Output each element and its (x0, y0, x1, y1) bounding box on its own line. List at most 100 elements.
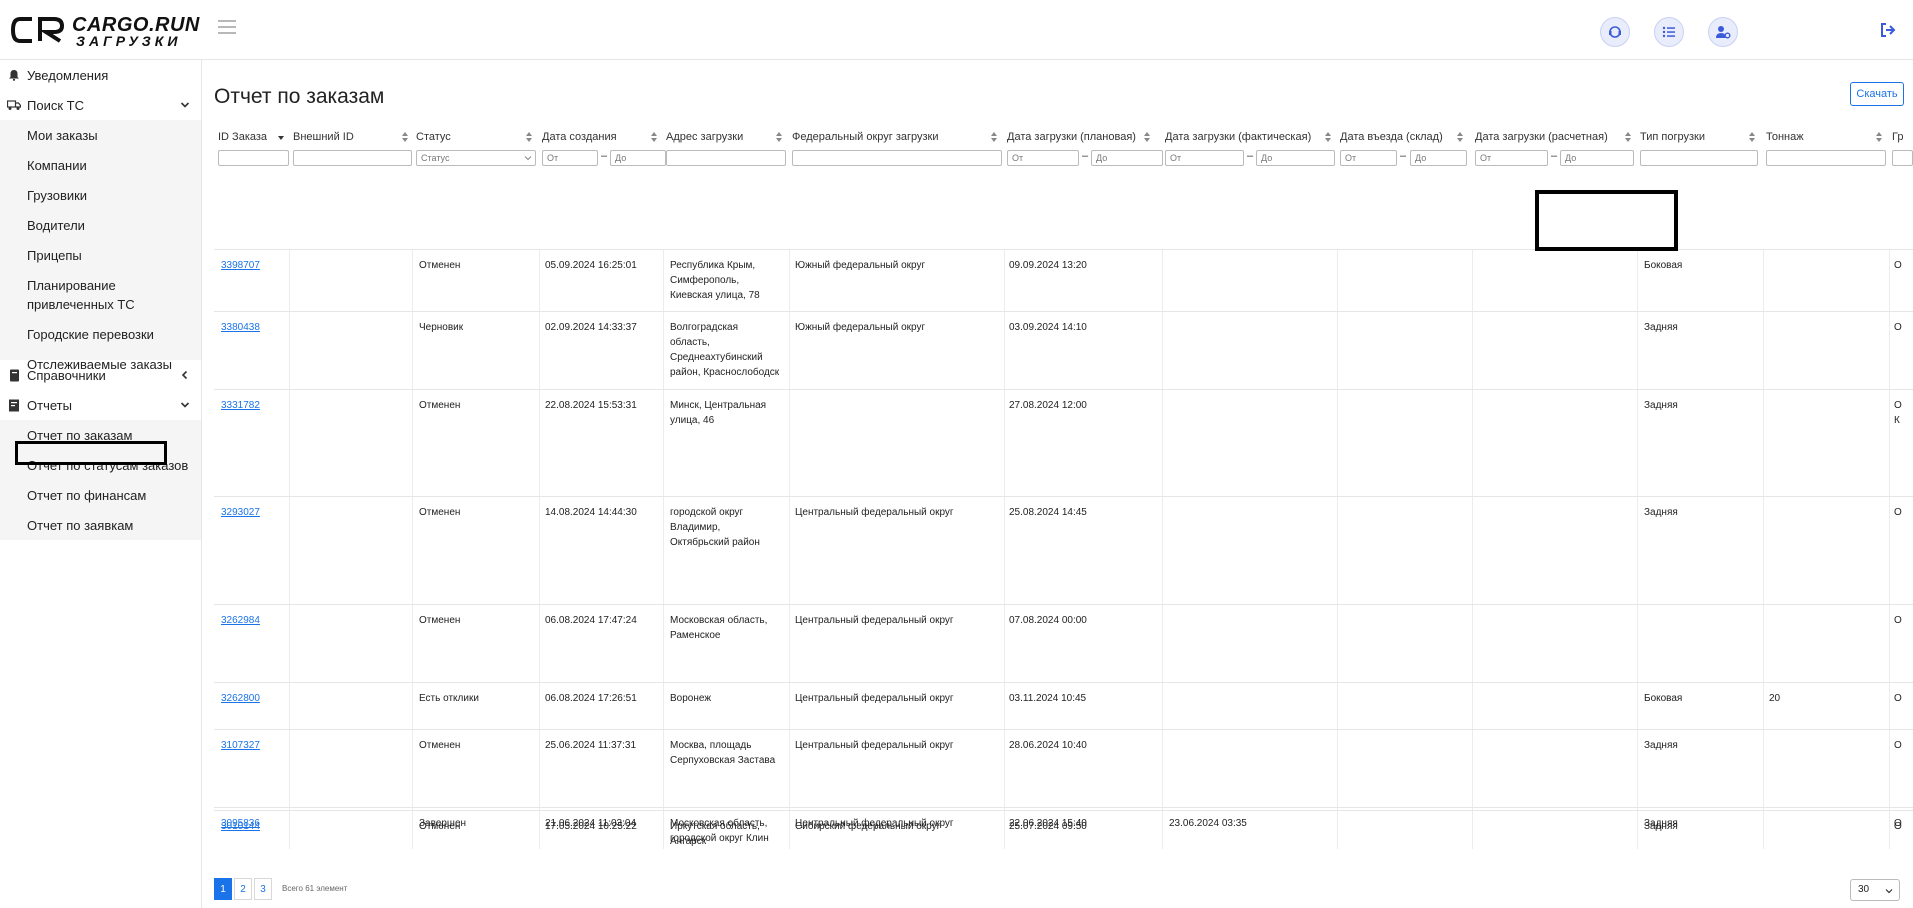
sort-icon[interactable] (650, 131, 658, 143)
page-size-select[interactable]: 30 (1850, 879, 1900, 901)
page-button-2[interactable]: 2 (234, 878, 252, 900)
cell-district: Центральный федеральный округ (795, 693, 954, 704)
sidebar-item-finance-report[interactable]: Отчет по финансам (27, 488, 146, 503)
filter-status-select[interactable]: Статус (416, 150, 536, 166)
col-header-external-id[interactable]: Внешний ID (293, 129, 354, 145)
sidebar-item-trailers[interactable]: Прицепы (27, 248, 82, 263)
address-line: район, Краснослободск (670, 367, 780, 378)
sort-icon[interactable] (775, 131, 783, 143)
filter-estimated-to[interactable]: До (1560, 150, 1634, 166)
order-id-link[interactable]: 3331782 (221, 398, 260, 413)
filter-address[interactable] (666, 150, 786, 166)
page-button-1[interactable]: 1 (214, 878, 232, 900)
cell-planned: 03.09.2024 14:10 (1009, 322, 1087, 333)
cell-cargo: О (1894, 740, 1902, 751)
col-header-order-id[interactable]: ID Заказа (218, 129, 267, 145)
sort-icon[interactable] (1748, 131, 1756, 143)
sidebar: Уведомления Поиск ТС Мои заказы Компании… (0, 60, 202, 908)
page-button-3[interactable]: 3 (254, 878, 272, 900)
table-row: 3331782 Отменен 22.08.2024 15:53:31 Минс… (214, 389, 1913, 497)
cell-address: Воронеж (670, 693, 712, 704)
sort-icon[interactable] (990, 131, 998, 143)
col-header-address[interactable]: Адрес загрузки (666, 129, 743, 145)
sidebar-item-directories[interactable]: Справочники (0, 360, 201, 390)
filter-district[interactable] (792, 150, 1002, 166)
logo[interactable]: CARGO.RUN ЗАГРУЗКИ (10, 12, 199, 49)
chevron-down-icon (180, 102, 190, 108)
sidebar-item-trucks[interactable]: Грузовики (27, 188, 87, 203)
filter-estimated-from[interactable]: От (1475, 150, 1548, 166)
filter-arrival-to[interactable]: До (1410, 150, 1467, 166)
cell-status: Есть отклики (419, 693, 479, 704)
sidebar-item-city-transport[interactable]: Городские перевозки (27, 327, 154, 342)
filter-external-id[interactable] (293, 150, 412, 166)
sort-icon[interactable] (1624, 131, 1632, 143)
list-icon[interactable] (1654, 17, 1684, 47)
col-header-loading-type[interactable]: Тип погрузки (1640, 129, 1705, 145)
range-dash: – (1082, 150, 1089, 162)
filter-planned-from[interactable]: От (1007, 150, 1079, 166)
col-header-created[interactable]: Дата создания (542, 129, 617, 145)
sidebar-item-companies[interactable]: Компании (27, 158, 87, 173)
col-header-status[interactable]: Статус (416, 129, 451, 145)
order-id-link[interactable]: 3380438 (221, 320, 260, 335)
sidebar-item-drivers[interactable]: Водители (27, 218, 85, 233)
cell-planned: 25.07.2024 09:50 (1009, 821, 1087, 832)
col-header-district[interactable]: Федеральный округ загрузки (792, 129, 939, 145)
order-id-link[interactable]: 3262800 (221, 691, 260, 706)
col-header-cargo[interactable]: Гр (1892, 129, 1903, 145)
sort-desc-icon[interactable] (277, 131, 285, 143)
address-line: Октябрьский район (670, 537, 760, 548)
filter-planned-to[interactable]: До (1091, 150, 1163, 166)
sort-icon[interactable] (1324, 131, 1332, 143)
support-icon[interactable] (1600, 17, 1630, 47)
order-id-link[interactable]: 3107327 (221, 738, 260, 753)
range-dash: – (1551, 150, 1558, 162)
cell-district: Сибирский федеральный округ (795, 821, 941, 832)
filter-created-from[interactable]: От (542, 150, 598, 166)
sidebar-item-my-orders[interactable]: Мои заказы (27, 128, 98, 143)
filter-cargo[interactable] (1892, 150, 1913, 166)
cell-loading-type: Задняя (1644, 400, 1678, 411)
cell-loading-type: Боковая (1644, 260, 1683, 271)
sidebar-item-reports[interactable]: Отчеты (0, 390, 201, 420)
sidebar-submenu-reports: Отчет по заказам Отчет по статусам заказ… (0, 420, 201, 540)
sort-icon[interactable] (1875, 131, 1883, 143)
col-header-actual[interactable]: Дата загрузки (фактическая) (1165, 129, 1311, 145)
cell-created: 06.08.2024 17:26:51 (545, 693, 637, 704)
chevron-down-icon (524, 156, 532, 161)
filter-actual-to[interactable]: До (1256, 150, 1335, 166)
col-header-planned[interactable]: Дата загрузки (плановая) (1007, 129, 1136, 145)
address-line: Волгоградская (670, 322, 739, 333)
filter-tonnage[interactable] (1766, 150, 1886, 166)
menu-toggle-icon[interactable] (218, 20, 236, 36)
filter-arrival-from[interactable]: От (1340, 150, 1397, 166)
filter-order-id[interactable] (218, 150, 289, 166)
sidebar-item-planning-line2[interactable]: привлеченных ТС (27, 297, 135, 312)
sidebar-item-planning[interactable]: Планирование (27, 278, 116, 293)
sidebar-item-requests-report[interactable]: Отчет по заявкам (27, 518, 133, 533)
order-id-link[interactable]: 3293027 (221, 505, 260, 520)
sidebar-item-search-vehicle[interactable]: Поиск ТС (0, 90, 201, 120)
bell-icon (7, 68, 21, 82)
filter-loading-type[interactable] (1640, 150, 1758, 166)
col-header-tonnage[interactable]: Тоннаж (1766, 129, 1804, 145)
order-id-link[interactable]: 3398707 (221, 258, 260, 273)
download-button[interactable]: Скачать (1850, 82, 1904, 106)
sort-icon[interactable] (1143, 131, 1151, 143)
order-id-link[interactable]: 3262984 (221, 613, 260, 628)
order-id-link[interactable]: 3010144 (221, 819, 260, 834)
col-header-estimated[interactable]: Дата загрузки (расчетная) (1475, 129, 1608, 145)
sort-icon[interactable] (525, 131, 533, 143)
main-content: Отчет по заказам Скачать ID Заказа Внешн… (202, 60, 1913, 908)
filter-actual-from[interactable]: От (1165, 150, 1244, 166)
filter-created-to[interactable]: До (610, 150, 666, 166)
address-line: Республика Крым, (670, 260, 756, 271)
logout-icon[interactable] (1880, 22, 1896, 38)
user-settings-icon[interactable] (1708, 17, 1738, 47)
sort-icon[interactable] (401, 131, 409, 143)
sort-icon[interactable] (1456, 131, 1464, 143)
table-row: 3262984 Отменен 06.08.2024 17:47:24 Моск… (214, 604, 1913, 683)
sidebar-item-notifications[interactable]: Уведомления (0, 60, 201, 90)
col-header-arrival[interactable]: Дата въезда (склад) (1340, 129, 1443, 145)
